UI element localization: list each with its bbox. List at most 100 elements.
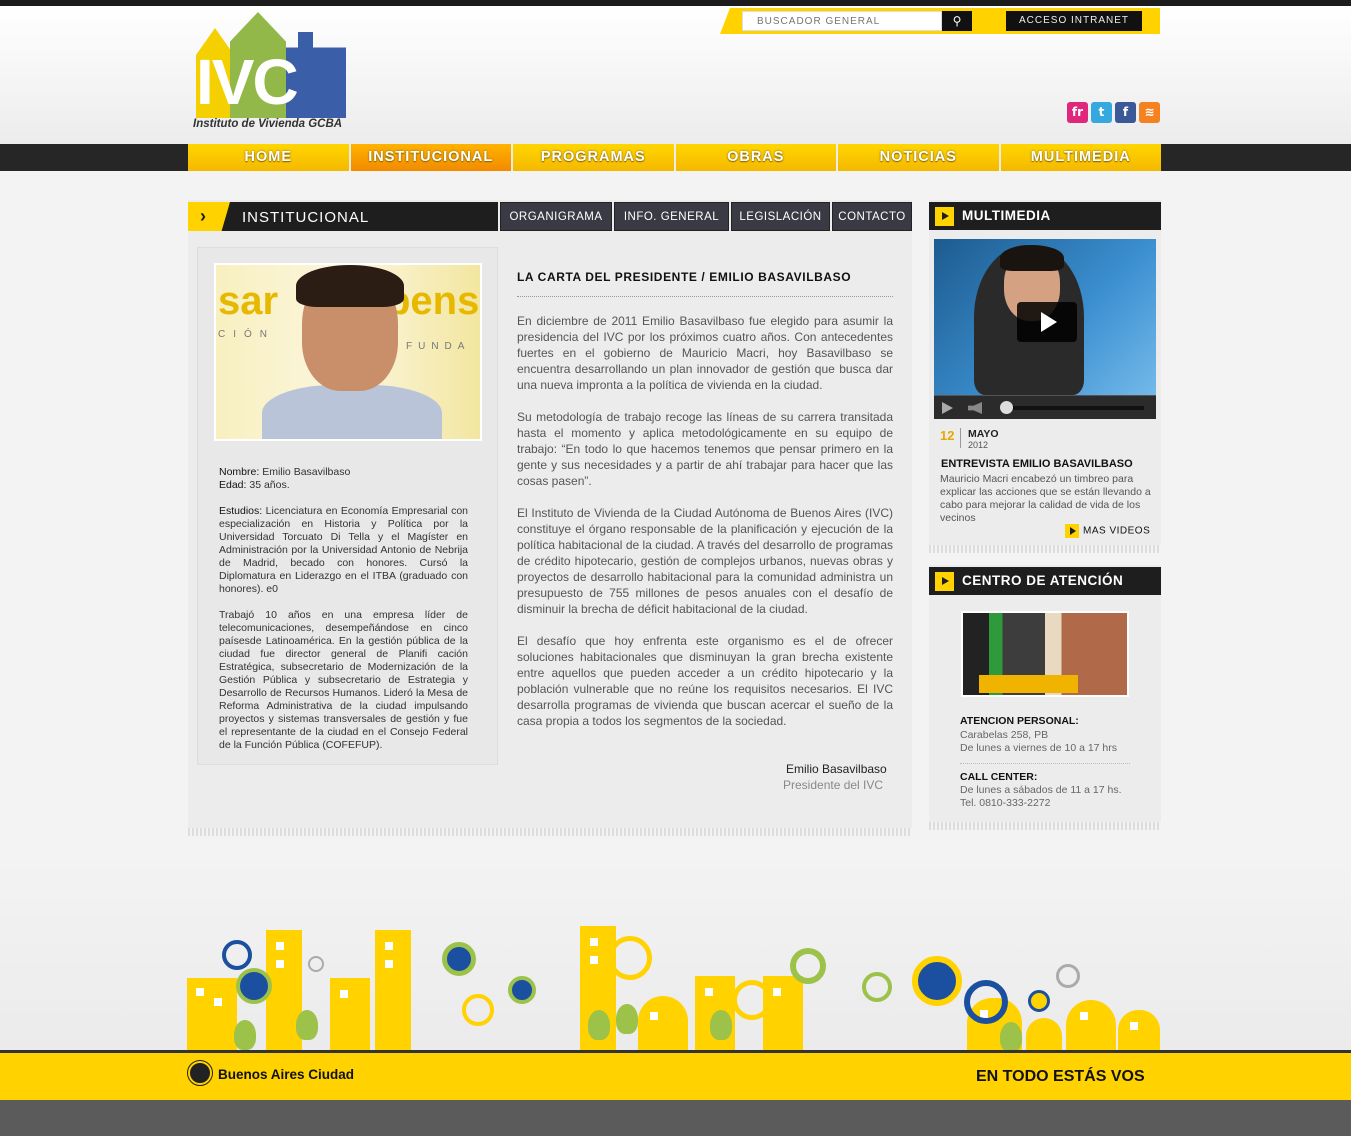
photo-shirt: [262, 385, 442, 439]
footer-tree: [234, 1020, 256, 1050]
letter-paragraph: El desafío que hoy enfrenta este organis…: [517, 634, 893, 728]
footer-building: [187, 978, 237, 1050]
bio-studies-value: Licenciatura en Economía Empresarial con…: [219, 505, 469, 595]
attention-divider: [960, 763, 1130, 764]
buenos-aires-seal-icon[interactable]: [187, 1060, 213, 1086]
footer-window: [773, 988, 781, 996]
video-date-day: 12: [940, 428, 955, 443]
call-center-hours: De lunes a sábados de 11 a 17 hs.: [960, 784, 1122, 796]
video-hair: [1000, 245, 1064, 271]
bio-age-label: Edad:: [219, 479, 247, 491]
panel-divider: [929, 545, 1161, 553]
footer-circle: [732, 980, 772, 1020]
president-photo: sar pens CIÓN FUNDA: [214, 263, 482, 441]
personal-attention-address: Carabelas 258, PB: [960, 729, 1049, 741]
tab-info-general[interactable]: INFO. GENERAL: [614, 202, 729, 231]
footer-bottom-bar: [0, 1100, 1351, 1136]
tab-contacto[interactable]: CONTACTO: [832, 202, 912, 231]
photo-hair: [296, 265, 404, 307]
tab-legislacion[interactable]: LEGISLACIÓN: [731, 202, 830, 231]
footer-window: [590, 938, 598, 946]
signature-name: Emilio Basavilbaso: [786, 762, 887, 776]
bio-studies: Estudios: Licenciatura en Economía Empre…: [219, 505, 468, 596]
footer-circle: [236, 968, 272, 1004]
video-play-button[interactable]: [1017, 302, 1077, 342]
call-center-phone: Tel. 0810-333-2272: [960, 797, 1051, 809]
footer-window: [340, 990, 348, 998]
bio-career: Trabajó 10 años en una empresa líder de …: [219, 609, 468, 751]
footer-building: [330, 978, 370, 1050]
facebook-icon[interactable]: f: [1115, 102, 1136, 123]
bio-name-age: Nombre: Emilio Basavilbaso Edad: 35 años…: [219, 466, 468, 492]
video-progress-knob[interactable]: [1000, 401, 1013, 414]
buenos-aires-ciudad-label[interactable]: Buenos Aires Ciudad: [218, 1067, 354, 1082]
footer-window: [385, 960, 393, 968]
footer-circle: [964, 980, 1008, 1024]
photo-wall-text: CIÓN: [218, 329, 275, 340]
play-icon[interactable]: [942, 402, 953, 414]
video-title[interactable]: ENTREVISTA EMILIO BASAVILBASO: [941, 458, 1133, 470]
ivc-logo[interactable]: IVC Instituto de Vivienda GCBA: [190, 10, 350, 132]
footer-building: [1118, 1010, 1160, 1050]
logo-letters: IVC: [196, 46, 299, 118]
nav-multimedia[interactable]: MULTIMEDIA: [1000, 144, 1161, 171]
attention-header: CENTRO DE ATENCIÓN: [929, 567, 1161, 595]
letter-paragraph: El Instituto de Vivienda de la Ciudad Au…: [517, 506, 893, 616]
rss-icon[interactable]: ≋: [1139, 102, 1160, 123]
attention-title: CENTRO DE ATENCIÓN: [962, 573, 1124, 588]
footer-building: [763, 976, 803, 1050]
footer-window: [1080, 1012, 1088, 1020]
footer-circle: [912, 956, 962, 1006]
video-player[interactable]: [934, 239, 1156, 419]
letter-divider: [517, 296, 893, 297]
footer-circle: [608, 936, 652, 980]
footer-circle: [442, 942, 476, 976]
footer-window: [276, 960, 284, 968]
nav-home[interactable]: HOME: [188, 144, 351, 171]
footer-circle: [1056, 964, 1080, 988]
date-divider: [960, 428, 961, 448]
footer-window: [276, 942, 284, 950]
intranet-button[interactable]: ACCESO INTRANET: [1006, 11, 1142, 31]
video-date-year: 2012: [968, 440, 989, 450]
tab-organigrama[interactable]: ORGANIGRAMA: [500, 202, 612, 231]
footer-building: [375, 930, 411, 1050]
more-videos-label: MAS VIDEOS: [1083, 525, 1151, 537]
main-nav: HOME INSTITUCIONAL PROGRAMAS OBRAS NOTIC…: [188, 144, 1161, 171]
personal-attention-label: ATENCION PERSONAL:: [960, 715, 1079, 727]
nav-institucional[interactable]: INSTITUCIONAL: [350, 144, 513, 171]
photo-balcony: [979, 675, 1078, 693]
search-button[interactable]: ⚲: [942, 11, 972, 31]
footer-window: [385, 942, 393, 950]
nav-programas[interactable]: PROGRAMAS: [513, 144, 676, 171]
footer-slogan: EN TODO ESTÁS VOS: [976, 1068, 1145, 1085]
footer-window: [705, 988, 713, 996]
video-progress-track[interactable]: [1002, 406, 1144, 410]
logo-subtitle: Instituto de Vivienda GCBA: [193, 118, 343, 130]
bio-name-value: Emilio Basavilbaso: [262, 466, 351, 478]
footer-circle: [222, 940, 252, 970]
footer-circle: [308, 956, 324, 972]
footer-city-illustration: [0, 860, 1351, 1050]
letter-paragraph: Su metodología de trabajo recoge las lín…: [517, 410, 893, 488]
volume-icon[interactable]: [968, 402, 982, 414]
play-icon: [935, 572, 954, 591]
multimedia-title: MULTIMEDIA: [962, 208, 1051, 223]
nav-noticias[interactable]: NOTICIAS: [838, 144, 1001, 171]
twitter-icon[interactable]: t: [1091, 102, 1112, 123]
footer-tree: [588, 1010, 610, 1040]
letter-title: LA CARTA DEL PRESIDENTE / EMILIO BASAVIL…: [517, 270, 852, 284]
footer-tree: [710, 1010, 732, 1040]
footer-circle: [862, 972, 892, 1002]
search-input[interactable]: [742, 11, 942, 31]
bio-studies-label: Estudios:: [219, 505, 263, 517]
video-date-month: MAYO: [968, 428, 999, 440]
nav-obras[interactable]: OBRAS: [675, 144, 838, 171]
section-title: INSTITUCIONAL: [242, 209, 370, 226]
footer-circle: [462, 994, 494, 1026]
letter-paragraph: En diciembre de 2011 Emilio Basavilbaso …: [517, 314, 893, 392]
footer-circle: [1028, 990, 1050, 1012]
footer-window: [590, 956, 598, 964]
more-videos-link[interactable]: MAS VIDEOS: [1065, 524, 1150, 538]
flickr-icon[interactable]: fr: [1067, 102, 1088, 123]
